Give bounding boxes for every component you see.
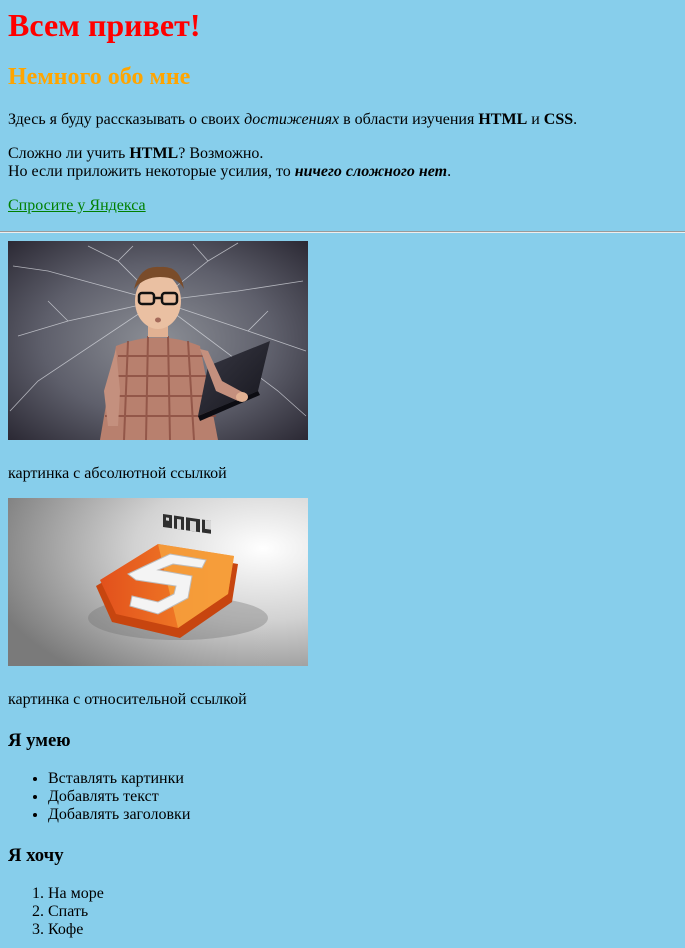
question-strong-html: HTML	[129, 145, 179, 162]
can-list: Вставлять картинки Добавлять текст Добав…	[8, 770, 677, 824]
question-line2-before: Но если приложить некоторые усилия, то	[8, 163, 295, 180]
intro-text-end: .	[573, 111, 578, 128]
intro-strong-css: CSS	[543, 111, 574, 128]
question-text-after: ? Возможно.	[178, 145, 264, 162]
want-heading: Я хочу	[8, 845, 64, 866]
intro-text-before: Здесь я буду рассказывать о своих	[8, 111, 245, 128]
intro-strong-html: HTML	[478, 111, 528, 128]
want-list: На море Спать Кофе	[8, 885, 677, 939]
intro-text-and: и	[527, 111, 544, 128]
list-item: Спать	[48, 903, 677, 921]
page-subtitle: Немного обо мне	[8, 64, 191, 90]
can-heading: Я умею	[8, 730, 71, 751]
yandex-link[interactable]: Спросите у Яндекса	[8, 197, 146, 214]
list-item: Вставлять картинки	[48, 770, 677, 788]
question-text-before: Сложно ли учить	[8, 145, 130, 162]
page-title: Всем привет!	[8, 7, 201, 43]
list-item: Кофе	[48, 921, 677, 939]
question-line2-end: .	[447, 163, 452, 180]
question-paragraph: Сложно ли учить HTML? Возможно. Но если п…	[8, 145, 677, 181]
intro-emphasis: достижениях	[244, 111, 340, 128]
image-absolute	[8, 241, 308, 445]
image-absolute-caption: картинка с абсолютной ссылкой	[8, 465, 227, 482]
question-line2-strong: ничего сложного нет	[295, 163, 447, 180]
intro-paragraph: Здесь я буду рассказывать о своих достиж…	[8, 111, 677, 129]
question-line2-emphasis: ничего сложного нет	[294, 163, 448, 180]
list-item: На море	[48, 885, 677, 903]
page: Всем привет! Немного обо мне Здесь я буд…	[0, 0, 685, 939]
link-paragraph: Спросите у Яндекса	[8, 197, 677, 215]
image-relative-caption: картинка с относительной ссылкой	[8, 691, 247, 708]
intro-text-middle: в области изучения	[339, 111, 479, 128]
image-relative	[8, 498, 308, 671]
divider	[0, 231, 685, 233]
list-item: Добавлять текст	[48, 788, 677, 806]
list-item: Добавлять заголовки	[48, 806, 677, 824]
